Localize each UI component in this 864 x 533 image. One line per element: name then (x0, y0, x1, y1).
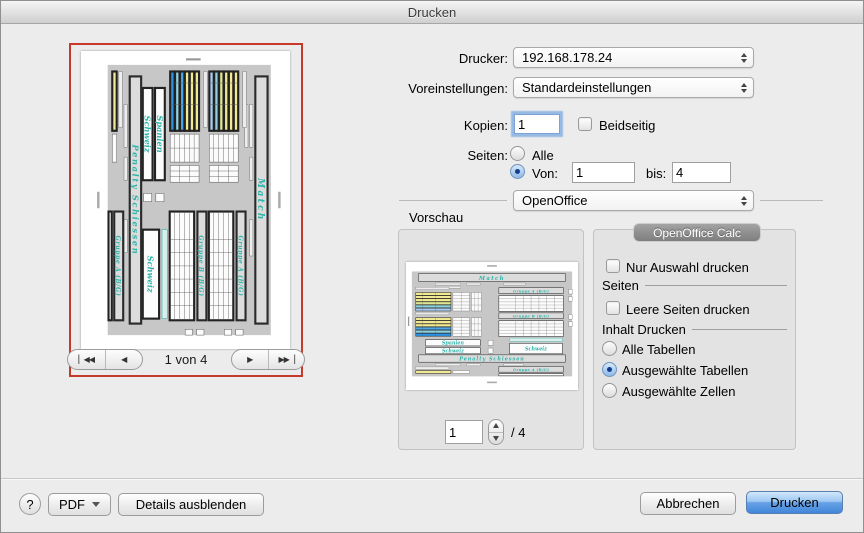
sheet-title-text: Match (254, 177, 264, 222)
help-icon: ? (26, 497, 33, 512)
thumbnail-navigation: ▏◀◀ ◀ 1 von 4 ▶ ▶▶▕ (71, 349, 301, 371)
vorschau-box: / 4 (398, 229, 584, 450)
preview-page-thumbnail[interactable]: Match Gruppe A (B/G) (81, 51, 290, 349)
vorschau-page-input[interactable] (445, 420, 483, 444)
only-selection-checkbox[interactable] (606, 259, 620, 273)
presets-select-value: Standardeinstellungen (522, 80, 651, 95)
stepper-arrows-icon (741, 196, 747, 206)
details-button-label: Details ausblenden (136, 497, 247, 512)
stepper-arrows-icon (741, 53, 747, 63)
down-arrow-icon (493, 436, 499, 441)
rotated-sheet-wrapper: Match Gruppe A (B/G) (86, 55, 285, 345)
pages-all-radio[interactable] (510, 146, 525, 161)
print-empty-label: Leere Seiten drucken (626, 302, 750, 317)
pdf-button-label: PDF (59, 497, 85, 512)
vorschau-label: Vorschau (409, 210, 463, 225)
pages-to-label: bis: (646, 166, 666, 181)
pages-to-input[interactable] (672, 162, 731, 183)
up-arrow-icon (493, 423, 499, 428)
sheet-preview-graphic: Match Gruppe A (B/G) (86, 55, 285, 345)
app-select-value: OpenOffice (522, 193, 588, 208)
spanien-text: Spanien (154, 115, 164, 152)
print-dialog: Drucken Match (0, 0, 864, 533)
next-button-group: ▶ ▶▶▕ (231, 349, 305, 370)
help-button[interactable]: ? (19, 493, 41, 515)
last-page-button[interactable]: ▶▶▕ (268, 350, 305, 369)
pages-group-line (645, 285, 787, 286)
copies-input[interactable] (514, 114, 560, 134)
content-group-label: Inhalt Drucken (602, 322, 686, 337)
duplex-checkbox[interactable] (578, 117, 592, 131)
print-button-label: Drucken (770, 495, 818, 510)
cancel-button[interactable]: Abbrechen (640, 492, 736, 515)
separator-line-left (399, 200, 507, 201)
page-step-up-button[interactable] (489, 420, 503, 432)
printer-select-value: 192.168.178.24 (522, 50, 612, 65)
last-page-icon: ▶▶▕ (279, 355, 294, 364)
app-select[interactable]: OpenOffice (513, 190, 754, 211)
pages-group-label: Seiten (602, 278, 639, 293)
preview-pane: Match Gruppe A (B/G) (69, 43, 303, 377)
all-tables-label: Alle Tabellen (622, 342, 695, 357)
separator-line-right (760, 200, 823, 201)
pages-label: Seiten: (348, 148, 508, 163)
duplex-label: Beidseitig (599, 118, 655, 133)
title-bar: Drucken (1, 1, 863, 24)
vorschau-page-total: / 4 (511, 425, 525, 440)
schweiz-right-text: Schweiz (145, 256, 155, 293)
next-page-button[interactable]: ▶ (232, 350, 268, 369)
selected-cells-radio[interactable] (602, 383, 617, 398)
selected-tables-radio[interactable] (602, 362, 617, 377)
group-a2-label-text: Gruppe A (B/G) (114, 235, 121, 296)
schweiz-text: Schweiz (142, 116, 152, 153)
copies-label: Kopien: (348, 118, 508, 133)
all-tables-radio[interactable] (602, 341, 617, 356)
presets-label: Voreinstellungen: (348, 81, 508, 96)
group-a-label-text: Gruppe A (B/G) (236, 235, 243, 296)
selected-cells-label: Ausgewählte Zellen (622, 384, 735, 399)
chevron-down-icon (92, 502, 100, 507)
group-b-label-text: Gruppe B (B/G) (197, 235, 204, 296)
dialog-title: Drucken (408, 5, 456, 20)
printer-select[interactable]: 192.168.178.24 (513, 47, 754, 68)
vorschau-page-graphic (406, 262, 578, 390)
selected-tables-label: Ausgewählte Tabellen (622, 363, 748, 378)
pdf-button[interactable]: PDF (48, 493, 111, 516)
page-step-down-button[interactable] (489, 432, 503, 445)
calc-panel: OpenOffice Calc Nur Auswahl drucken Seit… (593, 229, 796, 450)
pages-all-label: Alle (532, 148, 554, 163)
print-button[interactable]: Drucken (746, 491, 843, 514)
printer-label: Drucker: (348, 51, 508, 66)
stepper-arrows-icon (741, 83, 747, 93)
only-selection-label: Nur Auswahl drucken (626, 260, 749, 275)
calc-tab[interactable]: OpenOffice Calc (633, 223, 761, 242)
details-button[interactable]: Details ausblenden (118, 493, 264, 516)
print-empty-checkbox[interactable] (606, 301, 620, 315)
pages-from-input[interactable] (572, 162, 635, 183)
next-page-icon: ▶ (247, 355, 252, 364)
penalty-title-text: Penalty Schiessen (130, 144, 140, 256)
presets-select[interactable]: Standardeinstellungen (513, 77, 754, 98)
pages-group-row: Seiten (602, 278, 787, 293)
pages-from-label: Von: (532, 166, 558, 181)
content-group-row: Inhalt Drucken (602, 322, 787, 337)
vorschau-page-stepper (488, 419, 504, 445)
pages-from-radio[interactable] (510, 164, 525, 179)
footer-divider (1, 478, 863, 479)
content-group-line (692, 329, 787, 330)
sheet-preview-graphic-small (406, 262, 578, 390)
cancel-button-label: Abbrechen (657, 496, 720, 511)
